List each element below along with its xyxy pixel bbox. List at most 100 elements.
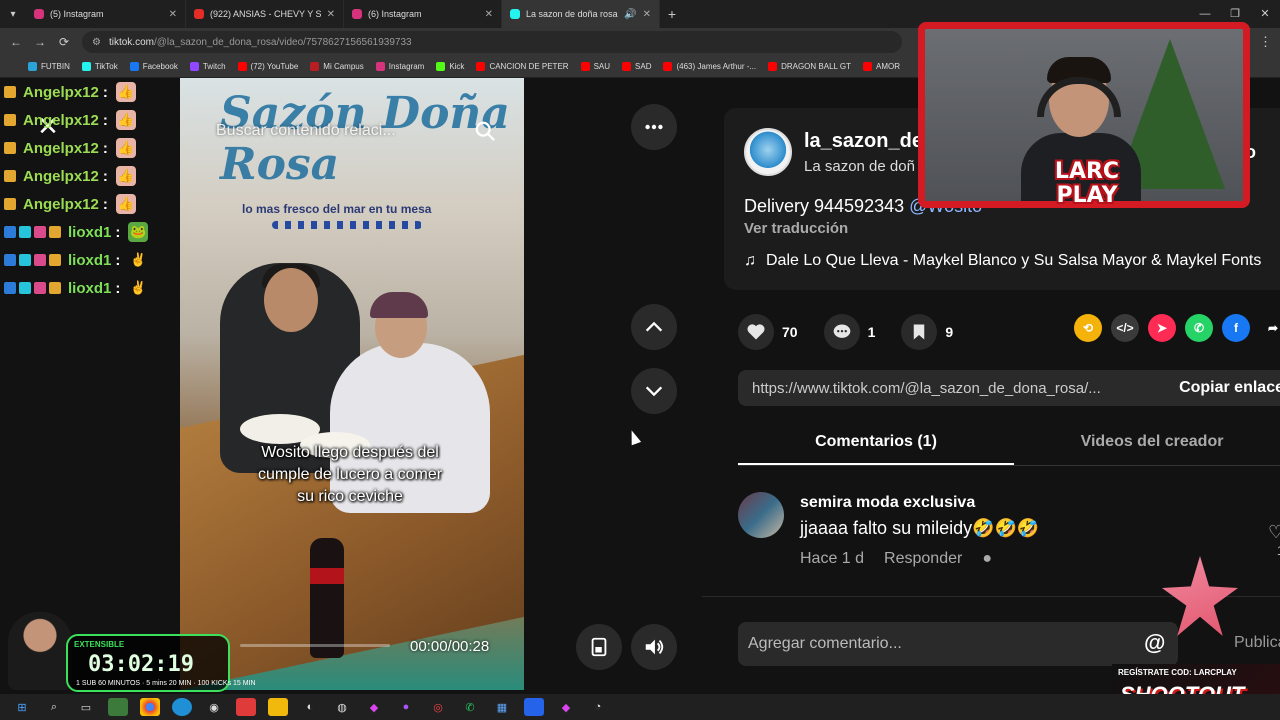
creator-username[interactable]: la_sazon_de — [804, 130, 923, 153]
close-tab-icon[interactable]: ✕ — [169, 9, 177, 20]
bookmark-item[interactable]: DRAGON BALL GT — [768, 62, 851, 71]
speaker-icon[interactable]: 🔊 — [624, 9, 636, 20]
chat-message: lioxd1: ✌ — [4, 246, 174, 274]
bookmark-item[interactable]: (72) YouTube — [237, 62, 298, 71]
bookmark-item[interactable]: Instagram — [375, 62, 424, 71]
previous-video-button[interactable] — [631, 304, 677, 350]
tab-instagram-2[interactable]: (6) Instagram ✕ — [344, 0, 502, 28]
task-view-icon[interactable]: ▭ — [76, 698, 96, 716]
windows-start-icon[interactable]: ⊞ — [12, 698, 32, 716]
tab-title: (922) ANSIAS - CHEVY Y SU CA... — [210, 9, 321, 19]
whatsapp-icon[interactable]: ✆ — [1185, 314, 1213, 342]
see-translation-link[interactable]: Ver traducción — [744, 220, 848, 237]
word-icon[interactable] — [524, 698, 544, 716]
more-options-button[interactable] — [631, 104, 677, 150]
creator-avatar[interactable] — [744, 128, 792, 176]
video-player[interactable]: Sazón Doña Rosa lo mas fresco del mar en… — [180, 78, 524, 690]
bookmark-item[interactable]: CANCION DE PETER — [476, 62, 569, 71]
chrome-icon[interactable] — [140, 698, 160, 716]
bookmark-item[interactable]: SAU — [580, 62, 610, 71]
app-icon[interactable]: ◆ — [556, 698, 576, 716]
bookmark-item[interactable]: TikTok — [81, 62, 118, 71]
url-field[interactable]: ⚙ tiktok.com/@la_sazon_de_dona_rosa/vide… — [82, 31, 902, 53]
app-icon[interactable]: ◍ — [332, 698, 352, 716]
close-tab-icon[interactable]: ✕ — [327, 9, 335, 20]
forward-icon[interactable]: → — [28, 35, 52, 49]
comment-like-button[interactable]: ♡ 1 — [1268, 522, 1280, 558]
like-button[interactable]: 70 — [738, 314, 798, 350]
store-icon[interactable] — [108, 698, 128, 716]
bookmark-favicon-icon — [310, 62, 320, 71]
reload-icon[interactable]: ⟳ — [52, 35, 76, 49]
save-button[interactable]: 9 — [901, 314, 953, 350]
chat-separator: : — [102, 83, 108, 101]
app-icon[interactable]: ◎ — [428, 698, 448, 716]
app-icon[interactable]: ● — [396, 698, 416, 716]
send-icon[interactable]: ➤ — [1148, 314, 1176, 342]
app-icon[interactable] — [236, 698, 256, 716]
bookmark-icon — [914, 324, 925, 340]
next-video-button[interactable] — [631, 368, 677, 414]
chat-badge-icon — [4, 142, 16, 154]
chat-message: lioxd1: ✌ — [4, 274, 174, 302]
comment-button[interactable]: 1 — [823, 314, 876, 350]
app-icon[interactable]: ◐ — [300, 698, 320, 716]
search-icon[interactable]: ⌕ — [44, 698, 64, 716]
app-icon[interactable]: ◆ — [364, 698, 384, 716]
volume-button[interactable] — [631, 624, 677, 670]
bookmark-item[interactable]: AMOR — [863, 62, 900, 71]
miniplayer-button[interactable] — [576, 624, 622, 670]
embed-icon[interactable]: </> — [1111, 314, 1139, 342]
publish-button[interactable]: Publica — [1234, 634, 1280, 652]
bookmark-item[interactable]: (463) James Arthur -... — [663, 62, 756, 71]
chat-separator: : — [115, 223, 121, 241]
bookmark-favicon-icon — [622, 62, 632, 71]
app-icon[interactable]: ▦ — [492, 698, 512, 716]
search-icon[interactable] — [474, 120, 496, 142]
new-tab-button[interactable]: + — [660, 6, 684, 22]
close-tab-icon[interactable]: ✕ — [643, 9, 651, 20]
site-info-icon[interactable]: ⚙ — [92, 37, 101, 48]
close-window-icon[interactable]: ✕ — [1250, 0, 1280, 28]
reply-button[interactable]: Responder — [884, 550, 962, 568]
bookmark-item[interactable]: SAD — [622, 62, 651, 71]
tab-search-icon[interactable]: ▾ — [0, 0, 26, 28]
tab-tiktok[interactable]: La sazon de doña rosa (@la... 🔊 ✕ — [502, 0, 660, 28]
bookmark-item[interactable]: FUTBIN — [28, 62, 70, 71]
music-link[interactable]: ♫ Dale Lo Que Lleva - Maykel Blanco y Su… — [744, 252, 1261, 270]
share-more-icon[interactable]: ➦ — [1259, 314, 1280, 342]
chat-badge-icon — [49, 226, 61, 238]
tab-youtube[interactable]: (922) ANSIAS - CHEVY Y SU CA... ✕ — [186, 0, 344, 28]
obs-icon[interactable]: ◔ — [588, 698, 608, 716]
video-person — [264, 268, 318, 332]
chat-username: Angelpx12 — [23, 83, 99, 101]
tab-creator-videos[interactable]: Videos del creador — [1014, 422, 1280, 465]
bookmark-item[interactable]: Kick — [436, 62, 464, 71]
bookmark-item[interactable]: Mi Campus — [310, 62, 364, 71]
share-link-text[interactable]: https://www.tiktok.com/@la_sazon_de_dona… — [738, 380, 1165, 397]
tab-instagram-1[interactable]: (5) Instagram ✕ — [26, 0, 186, 28]
commenter-avatar[interactable] — [738, 492, 784, 538]
bookmark-item[interactable]: Facebook — [129, 62, 178, 71]
video-progress-bar[interactable] — [240, 644, 390, 647]
chat-badge-icon — [4, 198, 16, 210]
commenter-name[interactable]: semira moda exclusiva — [800, 494, 975, 512]
close-tab-icon[interactable]: ✕ — [485, 9, 493, 20]
browser-menu-icon[interactable]: ⋮ — [1259, 34, 1272, 50]
whatsapp-icon[interactable]: ✆ — [460, 698, 480, 716]
bookmark-item[interactable]: Twitch — [189, 62, 226, 71]
small-emote-icon: ✌ — [130, 280, 147, 295]
comment-input[interactable]: Agregar comentario... — [738, 622, 1178, 666]
copy-link-button[interactable]: Copiar enlace — [1165, 379, 1280, 397]
explorer-icon[interactable] — [268, 698, 288, 716]
bookmark-favicon-icon — [189, 62, 199, 71]
video-search-input[interactable]: Buscar contenido relaci... — [216, 118, 496, 144]
tab-comments[interactable]: Comentarios (1) — [738, 422, 1014, 465]
edge-icon[interactable] — [172, 698, 192, 716]
repost-icon[interactable]: ⟲ — [1074, 314, 1102, 342]
comment-count: 1 — [867, 324, 876, 340]
back-icon[interactable]: ← — [4, 35, 28, 49]
mention-at-icon[interactable]: @ — [1144, 630, 1165, 656]
facebook-icon[interactable]: f — [1222, 314, 1250, 342]
discord-icon[interactable]: ◉ — [204, 698, 224, 716]
